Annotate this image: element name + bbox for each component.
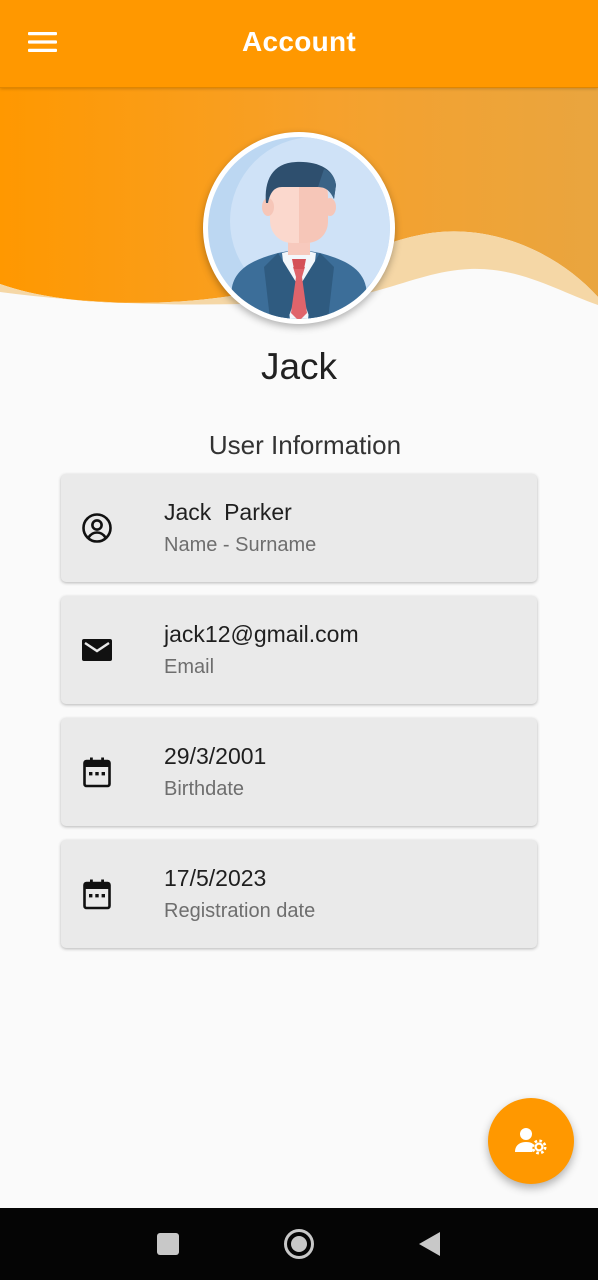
birthdate-label: Birthdate: [164, 778, 245, 800]
recent-apps-icon: [157, 1233, 179, 1255]
info-card-birthdate[interactable]: 29/3/2001 Birthdate: [61, 718, 537, 826]
app-bar: Account: [0, 0, 598, 88]
avatar[interactable]: [203, 132, 395, 324]
user-settings-icon: [515, 1128, 547, 1155]
back-button[interactable]: [410, 1224, 450, 1264]
info-card-registration-date[interactable]: 17/5/2023 Registration date: [61, 840, 537, 948]
registration-date-value: 17/5/2023: [164, 865, 267, 891]
email-icon: [82, 639, 112, 661]
full-name-label: Name - Surname: [164, 534, 317, 556]
info-card-email[interactable]: jack12@gmail.com Email: [61, 596, 537, 704]
birthdate-value: 29/3/2001: [164, 743, 267, 769]
calendar-icon: [83, 757, 111, 788]
profile-name: Jack: [260, 346, 338, 387]
info-card-name[interactable]: Jack Parker Name - Surname: [61, 474, 537, 582]
section-title: User Information: [208, 430, 402, 460]
edit-profile-fab[interactable]: [488, 1098, 574, 1184]
home-icon: [284, 1229, 314, 1259]
email-label: Email: [164, 656, 215, 678]
back-icon: [419, 1232, 440, 1256]
system-navigation-bar: [0, 1208, 598, 1280]
page-title: Account: [241, 26, 357, 57]
businessman-avatar-icon: [208, 137, 390, 319]
full-name-value: Jack Parker: [164, 499, 292, 525]
registration-date-label: Registration date: [164, 900, 316, 922]
home-button[interactable]: [279, 1224, 319, 1264]
calendar-icon: [83, 879, 111, 910]
email-value: jack12@gmail.com: [164, 621, 359, 647]
recent-apps-button[interactable]: [148, 1224, 188, 1264]
account-circle-icon: [82, 513, 112, 543]
